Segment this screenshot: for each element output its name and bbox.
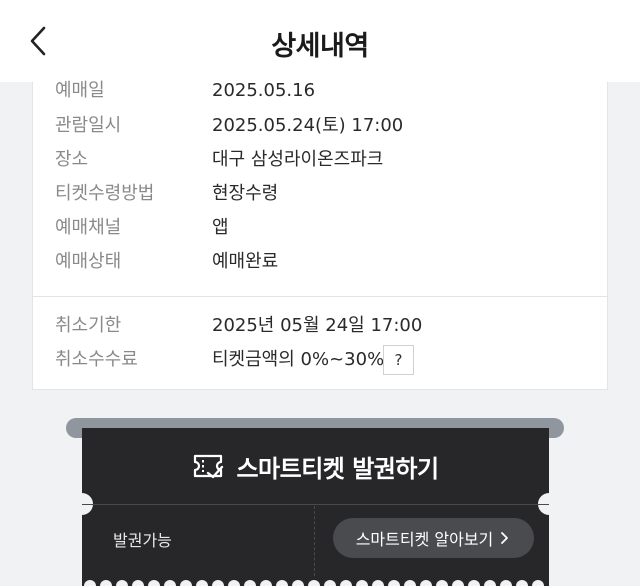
detail-value: 2025.05.24(토) 17:00: [212, 115, 404, 136]
detail-value: 예매완료: [212, 251, 279, 272]
detail-label: 예매채널: [55, 217, 122, 238]
issue-smart-ticket-label: 스마트티켓 발권하기: [236, 454, 439, 483]
detail-value: 앱: [212, 217, 229, 238]
detail-value: 2025.05.16: [212, 80, 316, 101]
ticket-divider: [82, 504, 549, 505]
detail-value: 대구 삼성라이온즈파크: [212, 149, 384, 170]
ticket-icon: [194, 454, 224, 479]
header-bar: 상세내역: [0, 0, 640, 82]
detail-label: 예매상태: [55, 251, 122, 272]
cancel-fee-help-button[interactable]: ?: [383, 345, 414, 375]
cancel-label: 취소기한: [55, 315, 122, 336]
detail-label: 티켓수령방법: [55, 183, 155, 204]
issue-smart-ticket-button[interactable]: 스마트티켓 발권하기: [82, 446, 549, 486]
learn-smart-ticket-button[interactable]: 스마트티켓 알아보기: [333, 518, 534, 558]
smart-ticket-card: 스마트티켓 발권하기 발권가능 스마트티켓 알아보기: [71, 428, 560, 586]
detail-label: 예매일: [55, 80, 105, 101]
ticket-status-text: 발권가능: [113, 531, 172, 550]
learn-smart-ticket-label: 스마트티켓 알아보기: [355, 530, 494, 549]
ticket-dashed-divider: [314, 506, 315, 576]
detail-value: 현장수령: [212, 183, 279, 204]
cancel-value: 티켓금액의 0%~30%: [212, 349, 385, 370]
cancel-label: 취소수수료: [55, 349, 138, 370]
ticket-perforation: [84, 580, 544, 586]
chevron-right-icon: [501, 532, 509, 544]
detail-label: 관람일시: [55, 115, 122, 136]
detail-label: 장소: [55, 149, 89, 170]
cancel-value: 2025년 05월 24일 17:00: [212, 315, 423, 336]
section-divider: [33, 296, 608, 297]
booking-detail-card: 예매일 2025.05.16 관람일시 2025.05.24(토) 17:00 …: [32, 80, 608, 390]
page-title: 상세내역: [271, 31, 369, 62]
